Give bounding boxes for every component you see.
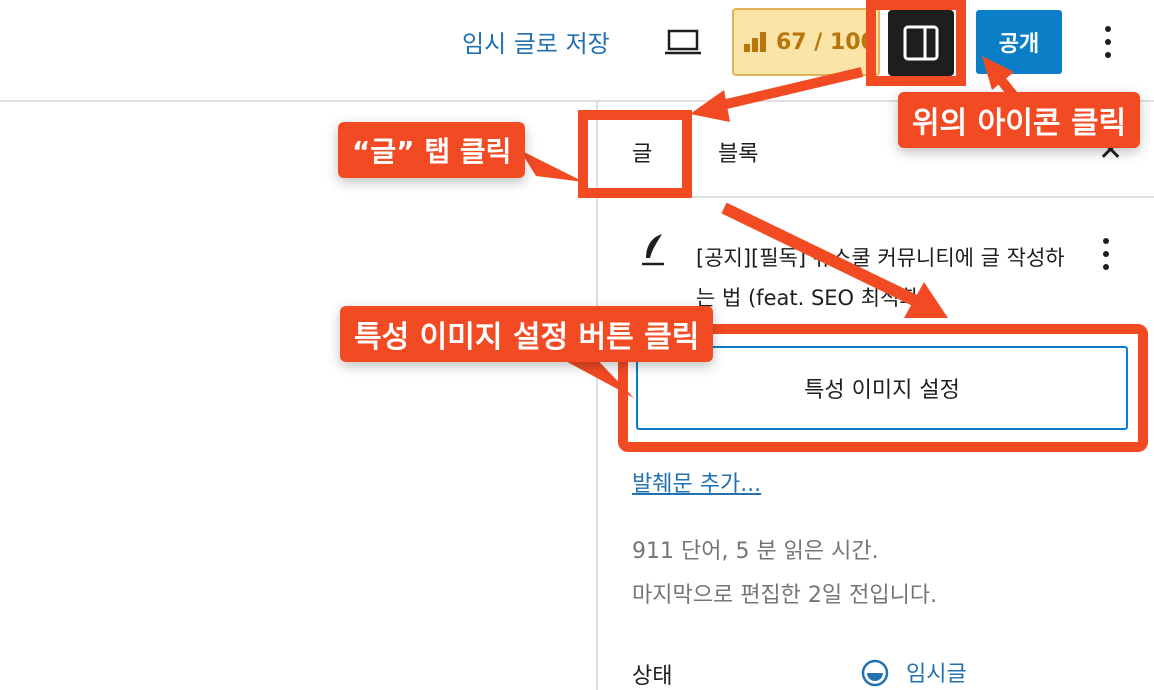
annotation-click-icon-above: 위의 아이콘 클릭 — [898, 92, 1141, 148]
highlight-post-tab — [578, 110, 692, 198]
annotation-click-post-tab: “글” 탭 클릭 — [338, 122, 526, 178]
annotation-click-featured-image: 특성 이미지 설정 버튼 클릭 — [340, 306, 714, 362]
highlight-settings-button — [866, 0, 966, 86]
